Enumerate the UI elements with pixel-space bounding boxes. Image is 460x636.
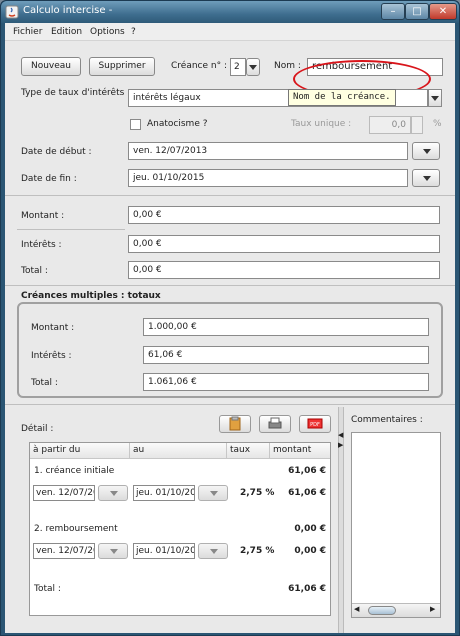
chevron-down-icon xyxy=(249,65,257,70)
detail-total-value: 61,06 € xyxy=(288,584,326,594)
scroll-thumb[interactable] xyxy=(368,606,396,615)
pdf-icon: PDF xyxy=(307,418,323,429)
menu-options[interactable]: Options xyxy=(90,27,125,37)
row-from-input[interactable]: ven. 12/07/20 xyxy=(33,543,95,559)
row-to-input[interactable]: jeu. 01/10/20 xyxy=(133,485,195,501)
row-from-dropdown[interactable] xyxy=(98,485,128,501)
pdf-icon-text: PDF xyxy=(310,422,320,428)
date-fin-input[interactable]: jeu. 01/10/2015 xyxy=(128,169,408,187)
new-button[interactable]: Nouveau xyxy=(21,57,81,76)
comments-horizontal-scrollbar[interactable]: ◀ ▶ xyxy=(352,603,440,617)
export-pdf-button[interactable]: PDF xyxy=(299,415,331,433)
separator xyxy=(5,285,455,286)
chevron-down-icon xyxy=(110,549,118,554)
detail-total-label: Total : xyxy=(34,584,61,594)
rate-type-dropdown[interactable] xyxy=(428,89,442,107)
montant-label: Montant : xyxy=(21,211,65,221)
column-header-to[interactable]: au xyxy=(130,443,227,459)
row-to-dropdown[interactable] xyxy=(198,485,228,501)
date-debut-label: Date de début : xyxy=(21,147,92,157)
creance-number-label: Créance n° : xyxy=(171,61,227,71)
split-right-arrow-icon[interactable]: ▶ xyxy=(338,441,343,449)
chevron-down-icon xyxy=(423,149,431,154)
maximize-button[interactable]: □ xyxy=(405,3,429,20)
scroll-right-icon[interactable]: ▶ xyxy=(430,605,435,613)
taux-unique-label: Taux unique : xyxy=(291,119,352,129)
split-left-arrow-icon[interactable]: ◀ xyxy=(338,431,343,439)
multiples-montant-label: Montant : xyxy=(31,323,75,333)
row-from-dropdown[interactable] xyxy=(98,543,128,559)
row-amount: 61,06 € xyxy=(288,466,326,476)
chevron-down-icon xyxy=(431,96,439,101)
row-to-dropdown[interactable] xyxy=(198,543,228,559)
menu-fichier[interactable]: Fichier xyxy=(13,27,42,37)
row-name: 1. créance initiale xyxy=(34,466,115,476)
separator xyxy=(5,195,455,196)
menu-help[interactable]: ? xyxy=(131,27,136,37)
creance-number-value[interactable]: 2 xyxy=(230,58,246,76)
menu-edition[interactable]: Edition xyxy=(51,27,82,37)
rate-type-label: Type de taux d'intérêts : xyxy=(21,88,131,98)
creance-number-dropdown[interactable] xyxy=(246,58,260,76)
chevron-down-icon xyxy=(210,549,218,554)
montant-input[interactable]: 0,00 € xyxy=(128,206,440,224)
separator xyxy=(17,229,125,230)
menu-bar: Fichier Edition Options ? xyxy=(5,23,455,41)
interets-output: 0,00 € xyxy=(128,235,440,253)
multiples-interets-label: Intérêts : xyxy=(31,351,72,361)
percent-sign: % xyxy=(433,119,442,129)
chevron-down-icon xyxy=(210,491,218,496)
clipboard-button[interactable] xyxy=(219,415,251,433)
delete-button[interactable]: Supprimer xyxy=(89,57,155,76)
app-window: Calculo intercise - – □ ✕ Fichier Editio… xyxy=(0,0,460,636)
interets-label: Intérêts : xyxy=(21,240,62,250)
clipboard-icon xyxy=(229,416,241,431)
date-fin-picker-button[interactable] xyxy=(412,169,440,187)
row-from-input[interactable]: ven. 12/07/20 xyxy=(33,485,95,501)
multiples-interets-output: 61,06 € xyxy=(143,346,429,364)
column-header-from[interactable]: à partir du xyxy=(30,443,130,459)
row-name: 2. remboursement xyxy=(34,524,118,534)
anatocisme-checkbox[interactable] xyxy=(130,119,141,130)
row-amount: 0,00 € xyxy=(294,524,326,534)
date-fin-label: Date de fin : xyxy=(21,174,77,184)
detail-label: Détail : xyxy=(21,424,54,434)
row-to-input[interactable]: jeu. 01/10/20 xyxy=(133,543,195,559)
java-app-icon xyxy=(5,5,19,19)
client-area: Fichier Edition Options ? Nouveau Suppri… xyxy=(5,23,455,633)
multiples-title: Créances multiples : totaux xyxy=(21,291,161,301)
date-debut-picker-button[interactable] xyxy=(412,142,440,160)
taux-unique-spinner[interactable] xyxy=(411,116,423,134)
scroll-left-icon[interactable]: ◀ xyxy=(354,605,359,613)
comments-label: Commentaires : xyxy=(351,415,423,425)
anatocisme-label: Anatocisme ? xyxy=(147,119,208,129)
printer-icon xyxy=(268,417,282,429)
window-title: Calculo intercise - xyxy=(23,5,113,16)
chevron-down-icon xyxy=(110,491,118,496)
close-button[interactable]: ✕ xyxy=(429,3,457,20)
multiples-total-label: Total : xyxy=(31,378,58,388)
multiples-total-output: 1.061,06 € xyxy=(143,373,429,391)
row-value: 0,00 € xyxy=(294,546,326,556)
chevron-down-icon xyxy=(423,176,431,181)
date-debut-input[interactable]: ven. 12/07/2013 xyxy=(128,142,408,160)
column-header-rate[interactable]: taux xyxy=(227,443,270,459)
comments-textarea[interactable]: ◀ ▶ xyxy=(351,432,441,618)
title-bar[interactable]: Calculo intercise - – □ ✕ xyxy=(1,1,459,23)
detail-table: à partir du au taux montant 1. créance i… xyxy=(29,442,331,616)
name-tooltip: Nom de la créance. xyxy=(288,89,396,106)
multiples-montant-output: 1.000,00 € xyxy=(143,318,429,336)
separator xyxy=(5,404,455,405)
total-output: 0,00 € xyxy=(128,261,440,279)
total-label: Total : xyxy=(21,266,48,276)
print-button[interactable] xyxy=(259,415,291,433)
row-value: 61,06 € xyxy=(288,488,326,498)
minimize-button[interactable]: – xyxy=(381,3,405,20)
column-header-amount[interactable]: montant xyxy=(270,443,330,459)
nom-label: Nom : xyxy=(274,61,301,71)
taux-unique-input[interactable]: 0,0 xyxy=(369,116,411,134)
